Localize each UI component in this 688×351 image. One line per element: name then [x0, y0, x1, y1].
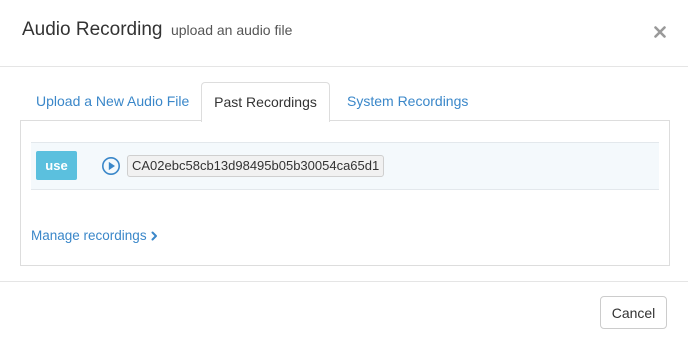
- close-button[interactable]: [648, 20, 672, 44]
- modal-footer: Cancel: [0, 281, 688, 351]
- close-icon: [654, 26, 666, 38]
- chevron-right-icon: [151, 231, 157, 241]
- tab-system-recordings[interactable]: System Recordings: [347, 82, 468, 120]
- modal-title: Audio Recording: [22, 19, 163, 40]
- recording-id: CA02ebc58cb13d98495b05b30054ca65d1: [127, 155, 385, 177]
- tab-bar: Upload a New Audio File Past Recordings …: [20, 82, 670, 122]
- past-recordings-panel: use CA02ebc58cb13d98495b05b30054ca65d1 M…: [20, 120, 670, 266]
- modal-title-group: Audio Recording upload an audio file: [22, 19, 292, 41]
- use-recording-button[interactable]: use: [36, 151, 77, 180]
- tab-upload-new-audio-file[interactable]: Upload a New Audio File: [36, 82, 189, 120]
- modal-subtitle: upload an audio file: [170, 22, 293, 38]
- tab-past-recordings[interactable]: Past Recordings: [201, 82, 330, 122]
- manage-recordings-label: Manage recordings: [31, 228, 147, 243]
- cancel-button[interactable]: Cancel: [600, 296, 667, 329]
- play-circle-icon[interactable]: [101, 156, 121, 176]
- recording-row: use CA02ebc58cb13d98495b05b30054ca65d1: [31, 142, 659, 190]
- manage-recordings-link[interactable]: Manage recordings: [31, 228, 158, 243]
- modal-header: Audio Recording upload an audio file: [0, 0, 688, 67]
